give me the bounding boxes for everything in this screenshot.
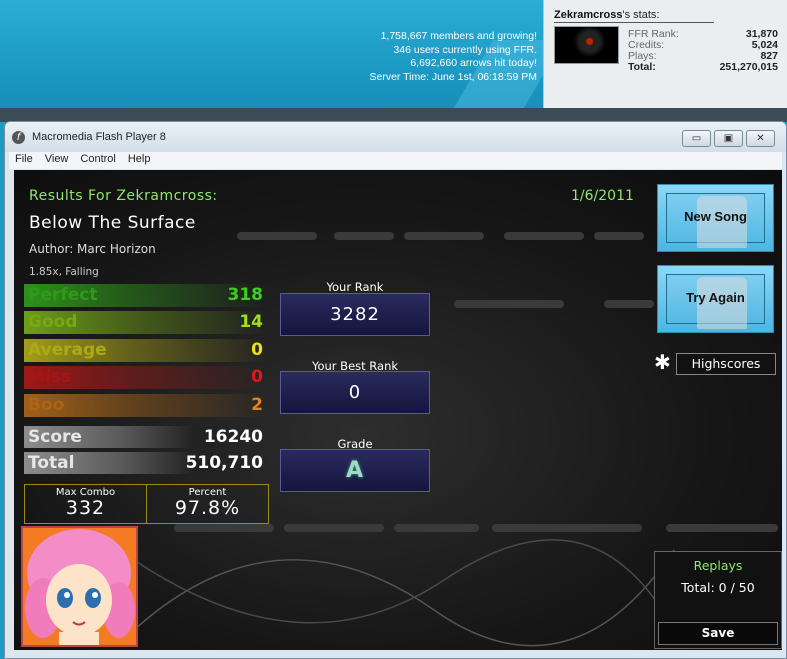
song-author: Author: Marc Horizon (29, 242, 156, 256)
new-song-button[interactable]: New Song (657, 184, 774, 252)
judge-row-average: Average 0 (24, 339, 267, 362)
decor-dash (604, 300, 654, 308)
score-row: Score 16240 (24, 426, 267, 448)
try-again-button[interactable]: Try Again (657, 265, 774, 333)
judge-name: Good (28, 312, 78, 332)
users-online: 346 users currently using FFR. (393, 43, 537, 56)
judge-value: 14 (239, 312, 263, 332)
maximize-icon: ▣ (723, 133, 734, 144)
stat-label: Total: (628, 61, 656, 73)
site-header: 1,758,667 members and growing! 346 users… (0, 0, 543, 108)
grade-value: A (345, 458, 365, 483)
members-count: 1,758,667 members and growing! (380, 30, 537, 42)
menu-control[interactable]: Control (74, 152, 121, 166)
best-rank-value: 0 (348, 382, 362, 403)
max-combo-value: 332 (65, 497, 106, 519)
flash-icon: f (12, 131, 25, 144)
menu-file[interactable]: File (9, 152, 39, 166)
avatar[interactable] (554, 26, 619, 64)
judge-value: 318 (227, 285, 264, 305)
combo-percent-box: Max Combo 332 Percent 97.8% (24, 484, 269, 524)
user-stats-panel: Zekramcross's stats: FFR Rank: 31,870 Cre… (543, 0, 787, 108)
window-title: Macromedia Flash Player 8 (32, 131, 166, 143)
total-label: Total (28, 453, 75, 473)
character-image (23, 528, 136, 645)
judge-name: Boo (28, 395, 65, 415)
judge-name: Average (28, 340, 107, 360)
highscores-button[interactable]: ✱ Highscores (652, 348, 776, 376)
grade-box: A (280, 449, 430, 492)
your-rank-box: 3282 (280, 293, 430, 336)
menu-bar: File View Control Help (9, 152, 782, 169)
user-name[interactable]: Zekramcross (554, 9, 623, 21)
song-title: Below The Surface (29, 213, 196, 233)
stat-row-total: Total: 251,270,015 (628, 62, 778, 73)
minimize-button[interactable]: ▭ (682, 130, 711, 147)
percent-cell: Percent 97.8% (147, 485, 268, 523)
user-stats-title: Zekramcross's stats: (554, 9, 714, 23)
menu-help[interactable]: Help (122, 152, 157, 166)
your-rank-label: Your Rank (326, 280, 384, 294)
character-portrait (21, 526, 138, 647)
try-again-label: Try Again (686, 290, 745, 305)
new-song-label: New Song (684, 209, 747, 224)
total-value: 510,710 (185, 453, 263, 473)
game-area: Results For Zekramcross: 1/6/2011 Below … (14, 170, 782, 650)
score-label: Score (28, 427, 82, 447)
stats-table: FFR Rank: 31,870 Credits: 5,024 Plays: 827 … (628, 29, 778, 73)
judge-value: 0 (251, 340, 263, 360)
window-titlebar[interactable]: f Macromedia Flash Player 8 ▭ ▣ ✕ (5, 122, 786, 152)
flash-player-window: f Macromedia Flash Player 8 ▭ ▣ ✕ File Vi… (4, 121, 787, 659)
judge-row-perfect: Perfect 318 (24, 284, 267, 307)
judge-name: Perfect (28, 285, 98, 305)
decor-dash (237, 232, 317, 240)
decor-dash (594, 232, 644, 240)
judge-value: 0 (251, 367, 263, 387)
decor-dash (504, 232, 584, 240)
max-combo-cell: Max Combo 332 (25, 485, 147, 523)
replays-panel: Replays Total: 0 / 50 Save (654, 551, 782, 649)
decor-dash (454, 300, 564, 308)
results-date: 1/6/2011 (571, 188, 634, 204)
close-icon: ✕ (756, 133, 765, 144)
header-strip (0, 108, 787, 122)
judge-row-miss: Miss 0 (24, 366, 267, 389)
judge-row-boo: Boo 2 (24, 394, 267, 417)
arrows-hit: 6,692,660 arrows hit today! (410, 57, 537, 69)
server-time: Server Time: June 1st, 06:18:59 PM (369, 70, 538, 83)
menu-view[interactable]: View (39, 152, 75, 166)
judge-value: 2 (251, 395, 263, 415)
your-rank-value: 3282 (330, 304, 380, 325)
highscores-icon: ✱ (654, 350, 671, 374)
highscores-label: Highscores (676, 353, 776, 375)
stat-value: 251,270,015 (719, 61, 778, 73)
close-button[interactable]: ✕ (746, 130, 775, 147)
judge-name: Miss (28, 367, 71, 387)
replays-title: Replays (693, 558, 743, 573)
percent-value: 97.8% (174, 497, 241, 519)
results-header: Results For Zekramcross: (29, 188, 218, 204)
score-value: 16240 (203, 427, 263, 447)
save-replay-button[interactable]: Save (658, 622, 778, 645)
decor-dash (404, 232, 484, 240)
minimize-icon: ▭ (691, 133, 702, 144)
maximize-button[interactable]: ▣ (714, 130, 743, 147)
total-row: Total 510,710 (24, 452, 267, 474)
site-stats: 1,758,667 members and growing! 346 users… (370, 30, 538, 84)
decor-dash (334, 232, 394, 240)
judge-row-good: Good 14 (24, 311, 267, 334)
best-rank-box: 0 (280, 371, 430, 414)
replays-total: Total: 0 / 50 (681, 580, 755, 595)
user-stats-suffix: 's stats: (622, 9, 660, 21)
play-mods: 1.85x, Falling (29, 266, 99, 278)
